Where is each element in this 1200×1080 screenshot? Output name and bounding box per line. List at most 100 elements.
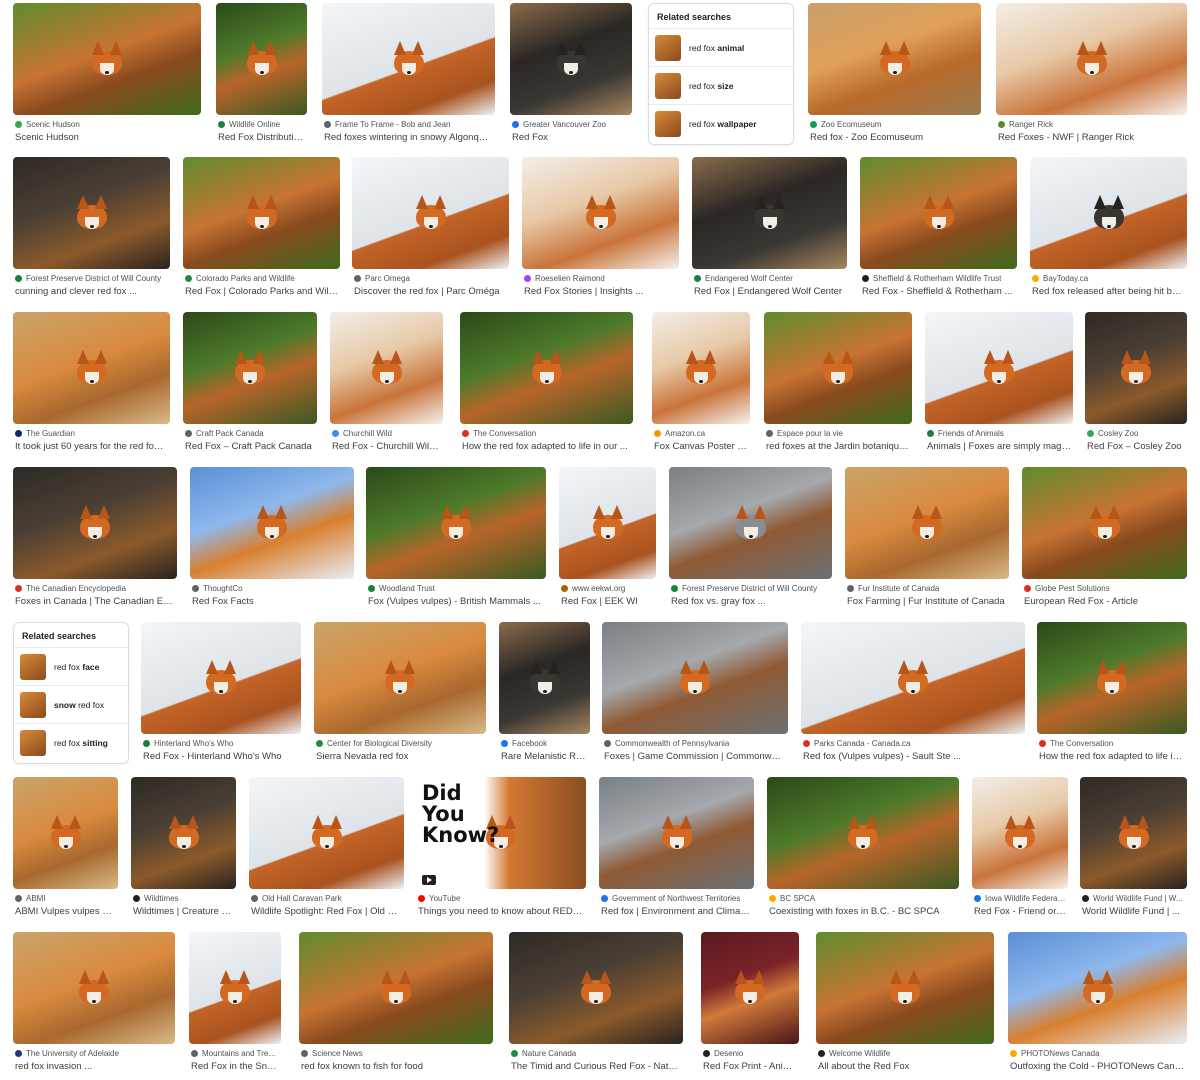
- image-thumbnail[interactable]: [131, 777, 236, 889]
- result-title[interactable]: Red Fox | EEK WI: [561, 596, 654, 608]
- result-source[interactable]: The University of Adelaide: [15, 1048, 173, 1059]
- result-source[interactable]: Frame To Frame - Bob and Jean: [324, 119, 493, 130]
- result-title[interactable]: Red Foxes - NWF | Ranger Rick: [998, 132, 1185, 144]
- image-result[interactable]: Sheffield & Rotherham Wildlife Trust Red …: [860, 157, 1017, 298]
- image-result[interactable]: Churchill Wild Red Fox - Churchill Wild .…: [330, 312, 443, 453]
- image-thumbnail[interactable]: [13, 777, 118, 889]
- image-result[interactable]: Mountains and Treas... Red Fox in the Sno…: [189, 932, 281, 1073]
- result-title[interactable]: All about the Red Fox: [818, 1061, 992, 1073]
- result-title[interactable]: Things you need to know about RED F...: [418, 906, 584, 918]
- result-title[interactable]: Red Fox: [512, 132, 630, 144]
- result-source[interactable]: Forest Preserve District of Will County: [671, 583, 830, 594]
- result-title[interactable]: World Wildlife Fund | ...: [1082, 906, 1185, 918]
- image-result[interactable]: The University of Adelaide red fox invasi…: [13, 932, 175, 1073]
- result-source[interactable]: The Conversation: [462, 428, 631, 439]
- image-result[interactable]: Parks Canada - Canada.ca Red fox (Vulpes …: [801, 622, 1025, 763]
- result-source[interactable]: Globe Pest Solutions: [1024, 583, 1185, 594]
- image-result[interactable]: BayToday.ca Red fox released after being …: [1030, 157, 1187, 298]
- image-thumbnail[interactable]: [764, 312, 912, 424]
- result-source[interactable]: Mountains and Treas...: [191, 1048, 279, 1059]
- result-title[interactable]: Red Fox - Hinterland Who's Who: [143, 751, 299, 763]
- result-source[interactable]: Sheffield & Rotherham Wildlife Trust: [862, 273, 1015, 284]
- image-thumbnail[interactable]: [13, 932, 175, 1044]
- image-result[interactable]: Center for Biological Diversity Sierra Ne…: [314, 622, 486, 763]
- image-thumbnail[interactable]: [692, 157, 847, 269]
- image-thumbnail[interactable]: [559, 467, 656, 579]
- image-result[interactable]: Craft Pack Canada Red Fox – Craft Pack Ca…: [183, 312, 317, 453]
- result-source[interactable]: Facebook: [501, 738, 588, 749]
- image-thumbnail[interactable]: [13, 157, 170, 269]
- image-result[interactable]: Old Hall Caravan Park Wildlife Spotlight:…: [249, 777, 404, 918]
- result-title[interactable]: Red Fox | Endangered Wolf Center: [694, 286, 845, 298]
- image-result[interactable]: Espace pour la vie red foxes at the Jardi…: [764, 312, 912, 453]
- image-result[interactable]: Woodland Trust Fox (Vulpes vulpes) - Brit…: [366, 467, 546, 608]
- result-title[interactable]: Red Fox | Colorado Parks and Wildl...: [185, 286, 338, 298]
- result-source[interactable]: Craft Pack Canada: [185, 428, 315, 439]
- related-search-item[interactable]: red fox animal: [649, 28, 793, 66]
- result-title[interactable]: Foxes in Canada | The Canadian Enc...: [15, 596, 175, 608]
- result-source[interactable]: The Guardian: [15, 428, 168, 439]
- result-source[interactable]: Wildtimes: [133, 893, 234, 904]
- image-thumbnail[interactable]: [189, 932, 281, 1044]
- image-result[interactable]: Ranger Rick Red Foxes - NWF | Ranger Rick: [996, 3, 1187, 144]
- image-thumbnail[interactable]: [183, 157, 340, 269]
- image-thumbnail[interactable]: [183, 312, 317, 424]
- result-source[interactable]: Scenic Hudson: [15, 119, 199, 130]
- result-title[interactable]: Red Fox Stories | Insights ...: [524, 286, 677, 298]
- result-source[interactable]: The Canadian Encyclopedia: [15, 583, 175, 594]
- result-title[interactable]: Red fox - Zoo Ecomuseum: [810, 132, 979, 144]
- related-search-item[interactable]: red fox wallpaper: [649, 104, 793, 142]
- image-result[interactable]: ABMI ABMI Vulpes vulpes R...: [13, 777, 118, 918]
- result-source[interactable]: Espace pour la vie: [766, 428, 910, 439]
- image-thumbnail[interactable]: [925, 312, 1073, 424]
- result-title[interactable]: Red Fox in the Snow...: [191, 1061, 279, 1073]
- image-result[interactable]: Hinterland Who's Who Red Fox - Hinterland…: [141, 622, 301, 763]
- image-result[interactable]: www.eekwi.org Red Fox | EEK WI: [559, 467, 656, 608]
- result-source[interactable]: Cosley Zoo: [1087, 428, 1185, 439]
- image-thumbnail[interactable]: [509, 932, 683, 1044]
- image-result[interactable]: Cosley Zoo Red Fox – Cosley Zoo: [1085, 312, 1187, 453]
- image-thumbnail[interactable]: [366, 467, 546, 579]
- image-thumbnail[interactable]: [460, 312, 633, 424]
- image-thumbnail[interactable]: [216, 3, 307, 115]
- result-title[interactable]: Red foxes wintering in snowy Algonquin .…: [324, 132, 493, 144]
- image-result[interactable]: The Conversation How the red fox adapted …: [460, 312, 633, 453]
- image-result[interactable]: Scenic Hudson Scenic Hudson: [13, 3, 201, 144]
- result-title[interactable]: Coexisting with foxes in B.C. - BC SPCA: [769, 906, 957, 918]
- result-source[interactable]: ThoughtCo: [192, 583, 352, 594]
- image-result[interactable]: Parc Omega Discover the red fox | Parc Om…: [352, 157, 509, 298]
- result-source[interactable]: Center for Biological Diversity: [316, 738, 484, 749]
- image-thumbnail[interactable]: [249, 777, 404, 889]
- result-source[interactable]: www.eekwi.org: [561, 583, 654, 594]
- image-result[interactable]: Globe Pest Solutions European Red Fox - A…: [1022, 467, 1187, 608]
- image-thumbnail[interactable]: [767, 777, 959, 889]
- result-title[interactable]: cunning and clever red fox ...: [15, 286, 168, 298]
- image-result[interactable]: Iowa Wildlife Federat... Red Fox - Friend…: [972, 777, 1068, 918]
- image-result[interactable]: ThoughtCo Red Fox Facts: [190, 467, 354, 608]
- image-result[interactable]: Desenio Red Fox Print - Anima...: [701, 932, 799, 1073]
- image-result[interactable]: Roeselien Raimond Red Fox Stories | Insig…: [522, 157, 679, 298]
- result-title[interactable]: red foxes at the Jardin botanique ...: [766, 441, 910, 453]
- result-title[interactable]: Red fox released after being hit by ...: [1032, 286, 1185, 298]
- image-thumbnail[interactable]: [499, 622, 590, 734]
- related-search-item[interactable]: red fox sitting: [14, 723, 128, 761]
- image-result[interactable]: World Wildlife Fund | W... World Wildlife…: [1080, 777, 1187, 918]
- image-result[interactable]: Greater Vancouver Zoo Red Fox: [510, 3, 632, 144]
- image-thumbnail[interactable]: [1085, 312, 1187, 424]
- result-title[interactable]: Red fox vs. gray fox ...: [671, 596, 830, 608]
- result-title[interactable]: Discover the red fox | Parc Oméga: [354, 286, 507, 298]
- result-title[interactable]: Animals | Foxes are simply magn...: [927, 441, 1071, 453]
- image-thumbnail[interactable]: [652, 312, 750, 424]
- image-thumbnail[interactable]: [701, 932, 799, 1044]
- result-title[interactable]: Red Fox - Sheffield & Rotherham ...: [862, 286, 1015, 298]
- result-source[interactable]: Parc Omega: [354, 273, 507, 284]
- image-thumbnail[interactable]: [190, 467, 354, 579]
- image-thumbnail[interactable]: [322, 3, 495, 115]
- image-thumbnail[interactable]: [299, 932, 493, 1044]
- result-source[interactable]: Zoo Ecomuseum: [810, 119, 979, 130]
- result-source[interactable]: Old Hall Caravan Park: [251, 893, 402, 904]
- result-source[interactable]: ABMI: [15, 893, 116, 904]
- result-title[interactable]: How the red fox adapted to life in our .…: [462, 441, 631, 453]
- image-result[interactable]: Friends of Animals Animals | Foxes are si…: [925, 312, 1073, 453]
- image-result[interactable]: Nature Canada The Timid and Curious Red F…: [509, 932, 683, 1073]
